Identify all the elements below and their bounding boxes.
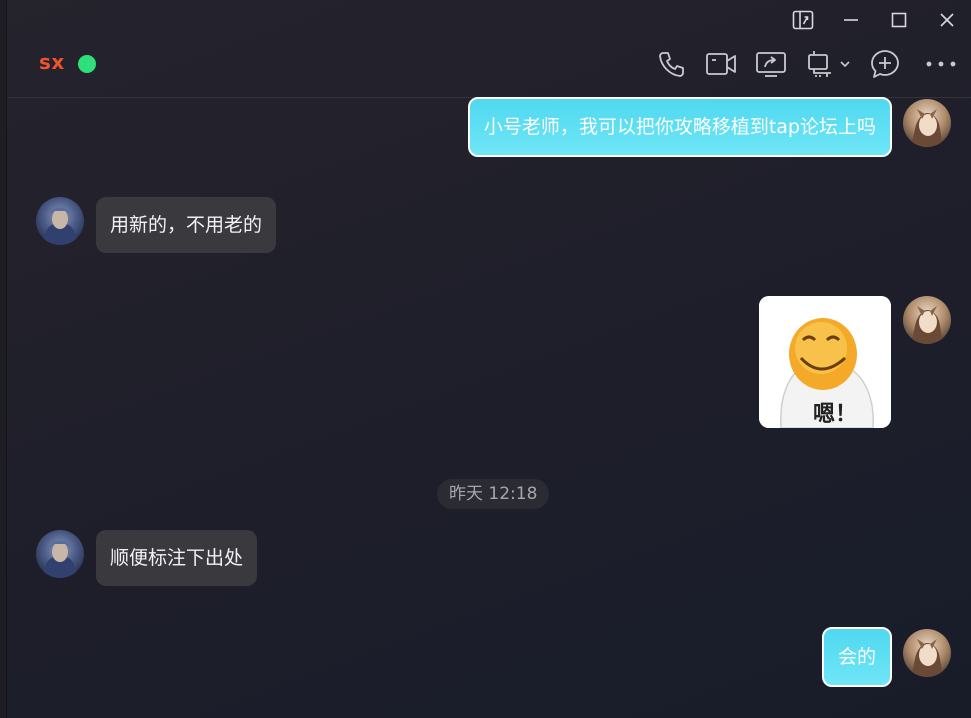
sticker-message[interactable]: 嗯！ [759, 296, 891, 428]
contact-name[interactable]: sx [39, 50, 65, 74]
video-call-icon [706, 53, 736, 75]
video-call-button[interactable] [705, 44, 737, 84]
message-bubble-sent[interactable]: 小号老师，我可以把你攻略移植到tap论坛上吗 [467, 97, 892, 157]
message-bubble-sent[interactable]: 会的 [821, 627, 892, 687]
add-member-icon [871, 50, 899, 78]
message-bubble-received[interactable]: 顺便标注下出处 [96, 530, 258, 586]
avatar-image [911, 306, 943, 344]
avatar-image [42, 540, 78, 578]
phone-icon [659, 52, 684, 77]
message-text: 小号老师，我可以把你攻略移植到tap论坛上吗 [483, 116, 876, 138]
chat-header: sx [8, 0, 971, 98]
avatar-image [42, 207, 78, 245]
screenshot-icon [808, 51, 831, 77]
online-status-dot [78, 55, 96, 73]
message-text: 用新的，不用老的 [110, 214, 263, 236]
screenshot-button[interactable] [805, 44, 835, 84]
avatar-contact[interactable] [36, 197, 84, 245]
window-left-edge [0, 0, 7, 718]
chat-toolbar [639, 44, 957, 84]
sticker-caption: 嗯！ [813, 402, 858, 427]
screen-share-icon [756, 52, 786, 77]
message-bubble-received[interactable]: 用新的，不用老的 [96, 197, 277, 253]
more-icon [926, 61, 956, 67]
message-text: 顺便标注下出处 [110, 547, 244, 569]
chevron-down-icon [840, 61, 850, 68]
avatar-image [911, 639, 943, 677]
screenshot-options-dropdown[interactable] [839, 44, 851, 84]
avatar-image [911, 109, 943, 147]
avatar-self[interactable] [903, 629, 951, 677]
message-timestamp: 昨天 12:18 [437, 479, 550, 509]
avatar-contact[interactable] [36, 530, 84, 578]
message-list[interactable]: 小号老师，我可以把你攻略移植到tap论坛上吗 用新的，不用老的 嗯！ 昨天 12… [8, 97, 971, 718]
voice-call-button[interactable] [657, 44, 687, 84]
more-options-button[interactable] [925, 44, 957, 84]
avatar-self[interactable] [903, 99, 951, 147]
screen-share-button[interactable] [755, 44, 787, 84]
avatar-self[interactable] [903, 296, 951, 344]
add-member-button[interactable] [869, 44, 901, 84]
message-text: 会的 [837, 646, 876, 668]
